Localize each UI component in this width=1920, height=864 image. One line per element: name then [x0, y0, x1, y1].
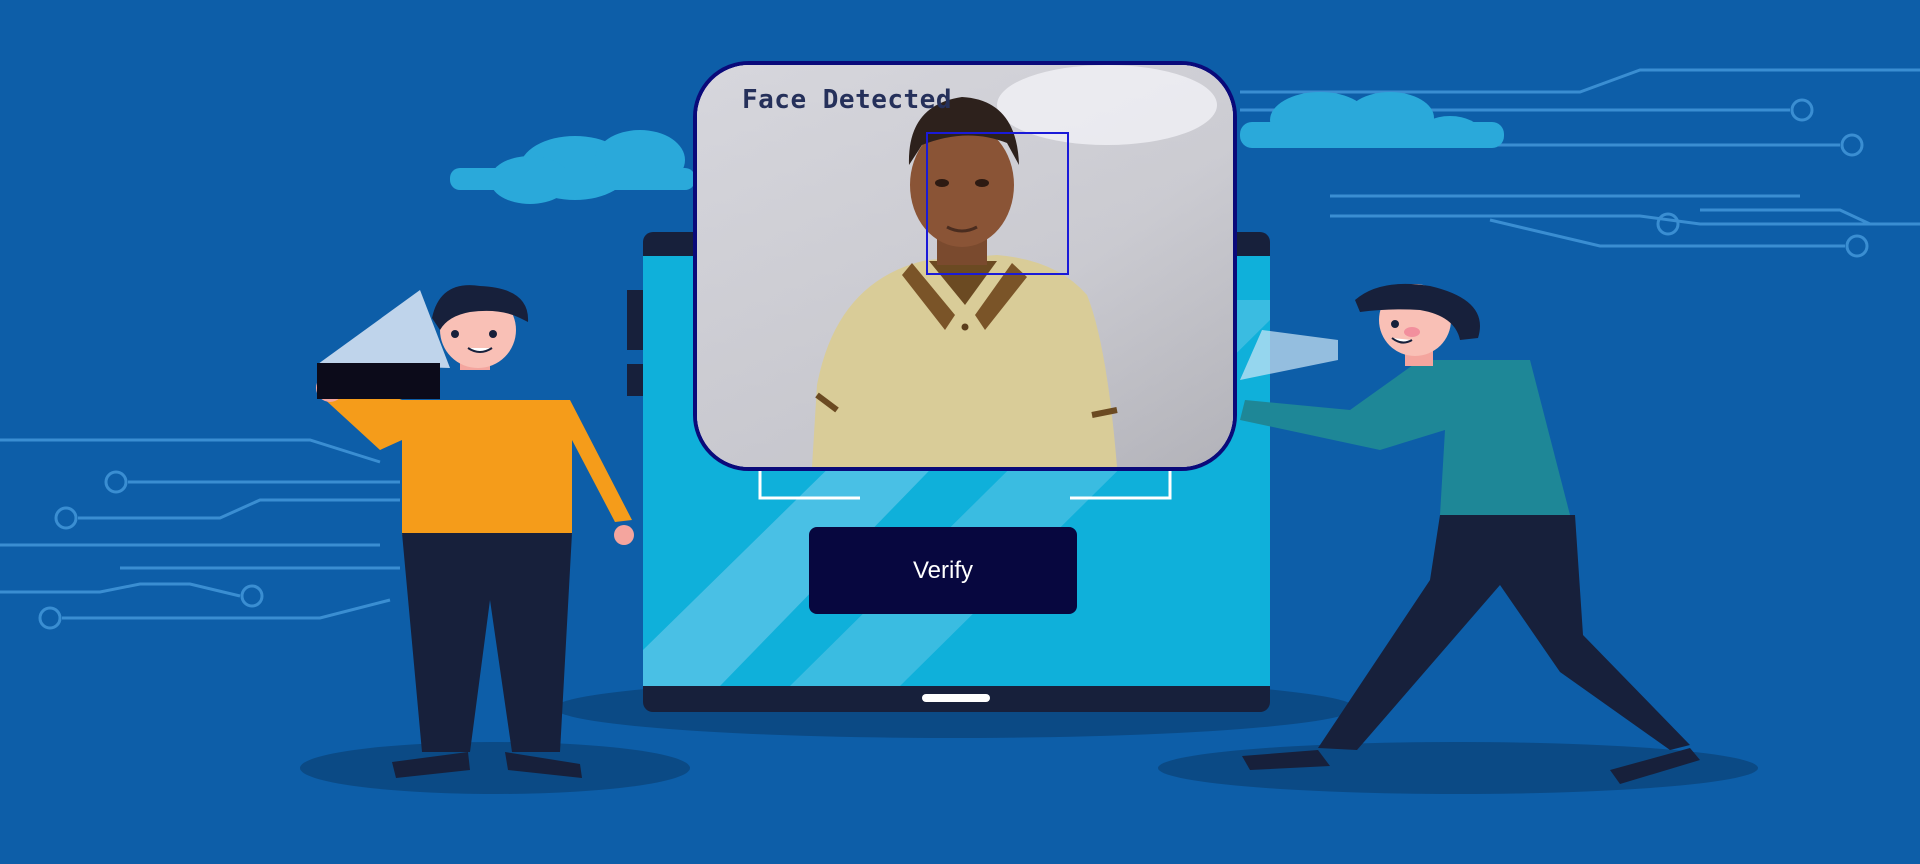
- face-detected-label: Face Detected: [742, 85, 952, 115]
- verify-button[interactable]: Verify: [809, 527, 1077, 614]
- camera-preview: Face Detected: [693, 61, 1237, 471]
- face-bounding-box: [926, 132, 1069, 275]
